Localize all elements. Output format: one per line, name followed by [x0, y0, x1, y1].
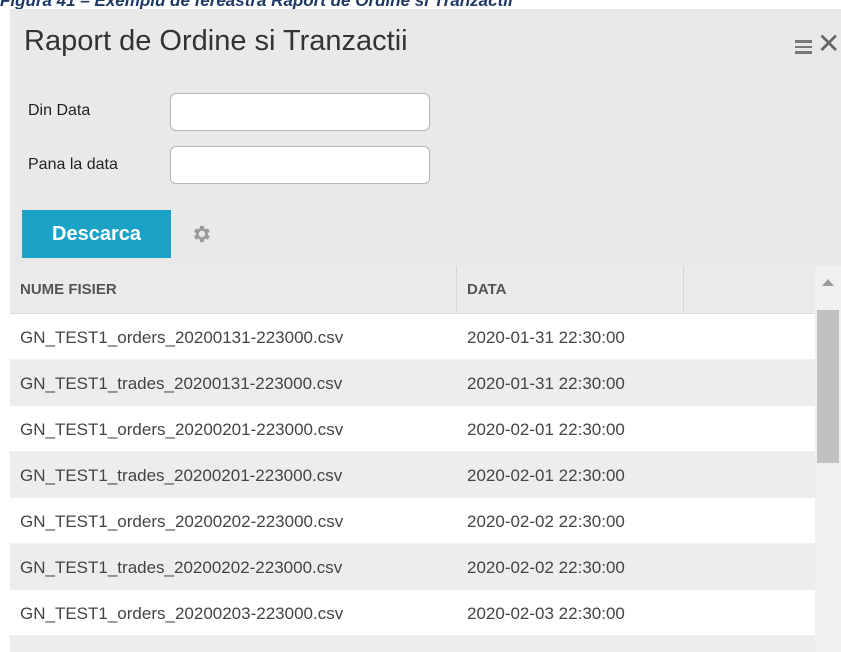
- gear-icon[interactable]: [190, 223, 212, 245]
- figure-caption: Figura 41 – Exemplu de fereastra Raport …: [0, 0, 841, 9]
- table-row[interactable]: GN_TEST1_trades_20200201-223000.csv 2020-…: [10, 452, 815, 498]
- table-row[interactable]: GN_TEST1_orders_20200202-223000.csv 2020-…: [10, 498, 815, 544]
- grid-header: NUME FISIER DATA: [10, 266, 815, 314]
- file-name-cell: GN_TEST1_orders_20200202-223000.csv: [20, 512, 344, 531]
- file-name-cell: GN_TEST1_orders_20200131-223000.csv: [20, 328, 344, 347]
- file-name-cell: GN_TEST1_trades_20200131-223000.csv: [20, 374, 343, 393]
- report-window: Raport de Ordine si Tranzactii ✕ Din Dat…: [10, 9, 841, 652]
- hamburger-menu-icon[interactable]: [795, 40, 812, 54]
- table-row[interactable]: GN_TEST1_orders_20200131-223000.csv 2020-…: [10, 314, 815, 360]
- table-row[interactable]: GN_TEST1_orders_20200203-223000.csv 2020-…: [10, 590, 815, 636]
- table-row[interactable]: GN_TEST1_orders_20200201-223000.csv 2020-…: [10, 406, 815, 452]
- file-name-cell: GN_TEST1_trades_20200202-223000.csv: [20, 558, 343, 577]
- scrollbar-thumb[interactable]: [817, 310, 839, 463]
- column-header-empty: [684, 266, 815, 314]
- to-date-label: Pana la data: [28, 156, 118, 173]
- files-grid: NUME FISIER DATA GN_TEST1_orders_2020013…: [10, 266, 841, 652]
- date-cell: 2020-02-02 22:30:00: [467, 512, 625, 531]
- from-date-label: Din Data: [28, 102, 91, 119]
- download-button[interactable]: Descarca: [22, 210, 171, 258]
- vertical-scrollbar[interactable]: [815, 266, 841, 652]
- date-cell: 2020-02-01 22:30:00: [467, 420, 625, 439]
- column-header-file[interactable]: NUME FISIER: [10, 266, 457, 314]
- file-name-cell: GN_TEST1_trades_20200201-223000.csv: [20, 466, 343, 485]
- file-name-cell: GN_TEST1_trades_20200203-223000.csv: [10, 636, 457, 652]
- window-titlebar: Raport de Ordine si Tranzactii ✕: [10, 9, 841, 77]
- to-date-input[interactable]: [170, 146, 430, 184]
- date-cell: 2020-02-03 22:30:00: [467, 604, 625, 623]
- date-cell: 2020-02-01 22:30:00: [467, 466, 625, 485]
- file-name-cell: GN_TEST1_orders_20200203-223000.csv: [20, 604, 344, 623]
- file-name-cell: GN_TEST1_orders_20200201-223000.csv: [20, 420, 344, 439]
- close-icon[interactable]: ✕: [817, 27, 841, 61]
- date-cell: 2020-02-03 22:30:00: [457, 636, 684, 652]
- date-cell: 2020-01-31 22:30:00: [467, 374, 625, 393]
- column-header-date[interactable]: DATA: [457, 266, 684, 314]
- date-cell: 2020-01-31 22:30:00: [467, 328, 625, 347]
- scroll-up-arrow-icon[interactable]: [815, 276, 841, 290]
- table-row[interactable]: GN_TEST1_trades_20200203-223000.csv2020-…: [10, 636, 815, 652]
- window-title: Raport de Ordine si Tranzactii: [24, 25, 408, 57]
- table-row[interactable]: GN_TEST1_trades_20200202-223000.csv 2020-…: [10, 544, 815, 590]
- from-date-input[interactable]: [170, 93, 430, 131]
- date-cell: 2020-02-02 22:30:00: [467, 558, 625, 577]
- table-row[interactable]: GN_TEST1_trades_20200131-223000.csv 2020-…: [10, 360, 815, 406]
